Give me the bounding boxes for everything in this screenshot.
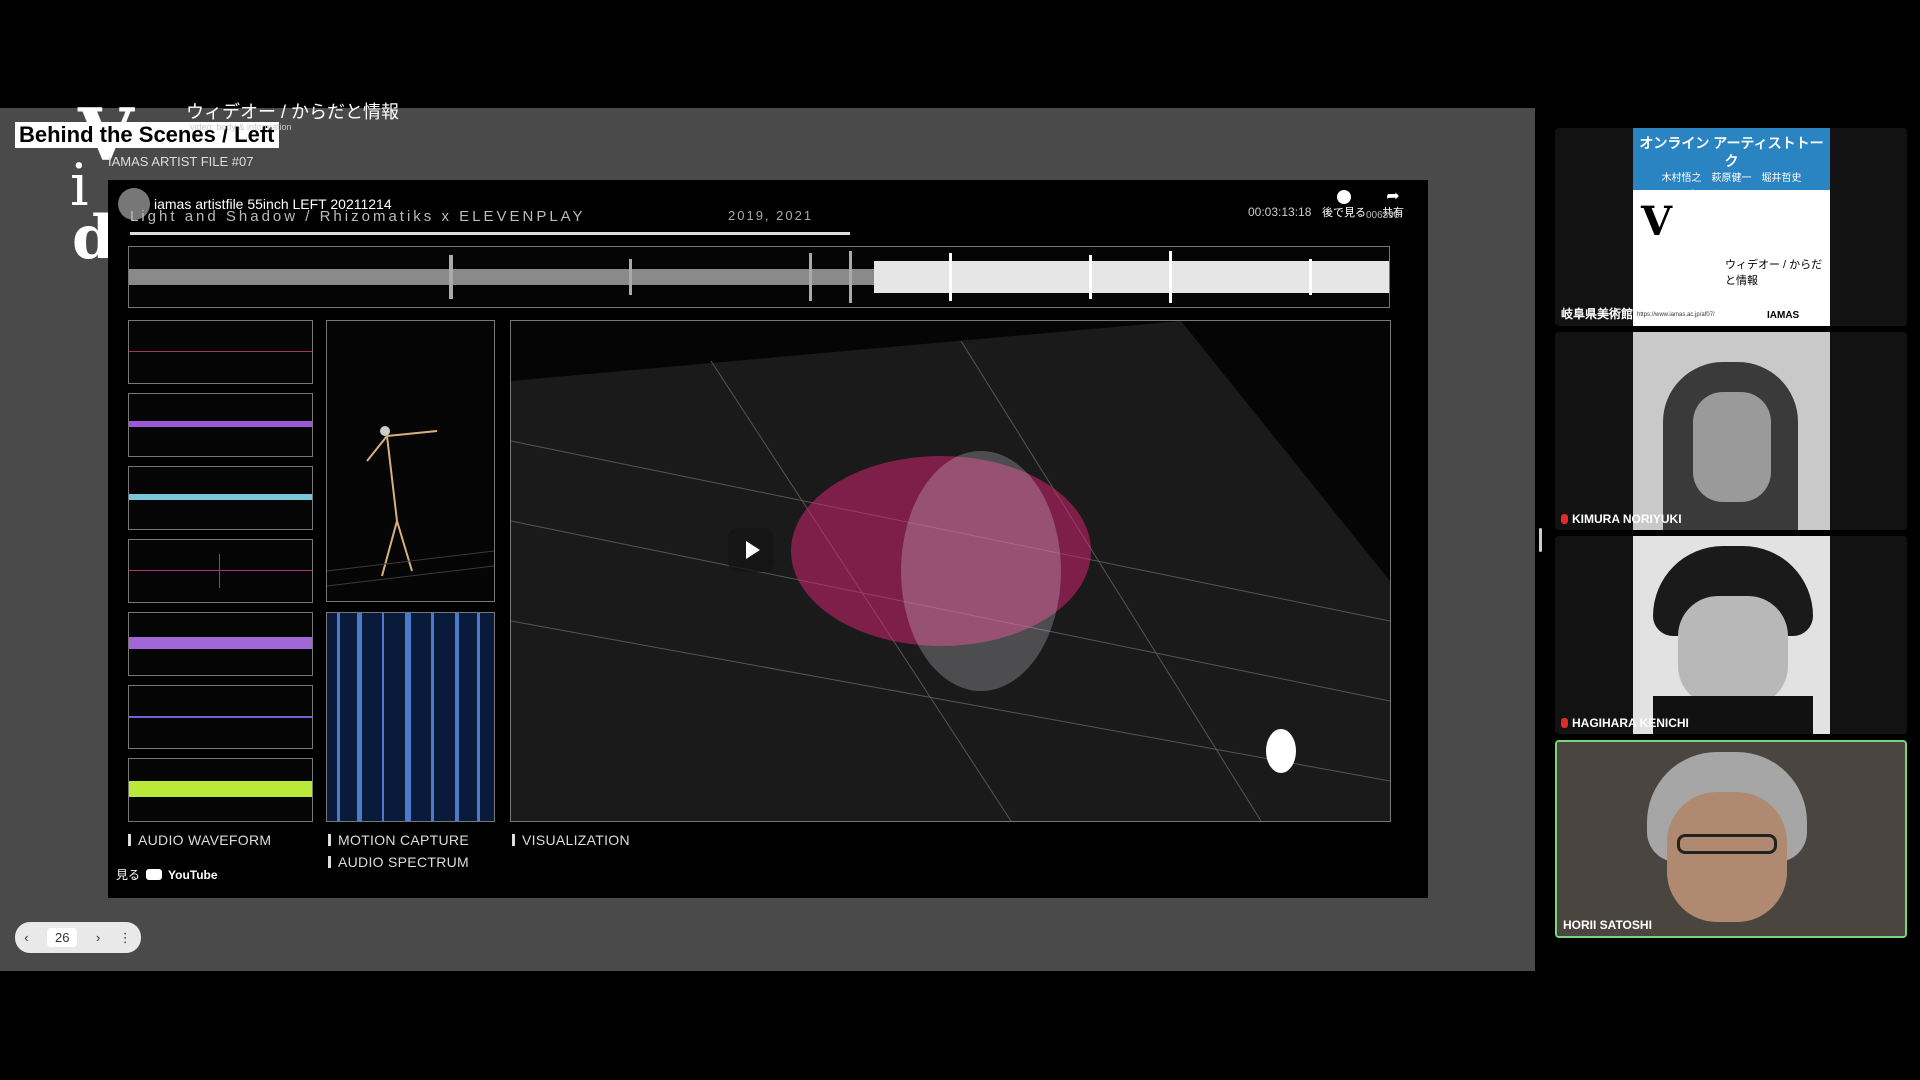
play-button[interactable] — [728, 528, 774, 572]
progress-bar[interactable] — [130, 232, 850, 235]
participant-tile-hagihara[interactable]: HAGIHARA KENICHI — [1555, 536, 1907, 734]
waveform-box-5 — [128, 612, 313, 676]
more-options-icon[interactable]: ⋮ — [119, 930, 132, 946]
prev-slide-button[interactable]: ‹ — [24, 930, 28, 945]
poster-url: https://www.iamas.ac.jp/af07/ — [1637, 312, 1715, 318]
slide-pager: ‹ 26 › ⋮ — [15, 922, 141, 953]
mic-muted-icon — [1561, 718, 1568, 728]
watch-on-label: 見る — [116, 868, 141, 882]
participant-photo — [1633, 536, 1830, 734]
mic-muted-icon — [1561, 514, 1568, 524]
participant-tile-horii-active[interactable]: HORII SATOSHI — [1555, 740, 1907, 938]
poster-line2: 木村悟之 萩原健一 堀井哲史 — [1661, 173, 1802, 184]
artist-file-label: IAMAS ARTIST FILE #07 — [108, 154, 254, 169]
timecode: 00:03:13:18 — [1248, 205, 1312, 219]
participant-name: HORII SATOSHI — [1563, 918, 1652, 932]
poster-logo: V — [1641, 198, 1673, 245]
audio-spectrum-view — [326, 612, 495, 822]
main-waveform — [128, 246, 1390, 308]
label-motion-capture: MOTION CAPTURE — [328, 832, 469, 848]
watch-later-label: 後で見る — [1322, 207, 1366, 219]
label-audio-spectrum: AUDIO SPECTRUM — [328, 854, 469, 870]
participant-tile-kimura[interactable]: KIMURA NORIYUKI — [1555, 332, 1907, 530]
youtube-label: YouTube — [168, 867, 218, 882]
watch-later-button[interactable]: 後で見る — [1314, 190, 1374, 220]
jp-subtitle: video: body & information — [190, 122, 292, 132]
participant-name: 岐阜県美術館 — [1561, 307, 1634, 321]
poster-jp: ウィデオー / からだと情報 — [1725, 259, 1823, 287]
waveform-box-2 — [128, 393, 313, 457]
waveform-box-6 — [128, 685, 313, 749]
clock-icon — [1337, 190, 1351, 204]
youtube-embed[interactable]: iamas artistfile 55inch LEFT 20211214 Li… — [108, 180, 1428, 898]
slide-number: 26 — [47, 928, 78, 947]
poster-brand: IAMAS — [1767, 310, 1800, 321]
event-poster: オンライン アーティストトーク 木村悟之 萩原健一 堀井哲史 2.23 (水・祝… — [1633, 128, 1830, 326]
participant-tile-museum[interactable]: オンライン アーティストトーク 木村悟之 萩原健一 堀井哲史 2.23 (水・祝… — [1555, 128, 1907, 326]
youtube-icon — [146, 869, 163, 880]
frame-counter: 006390 — [1366, 210, 1400, 221]
participant-name: KIMURA NORIYUKI — [1561, 512, 1682, 526]
participant-name: HAGIHARA KENICHI — [1561, 716, 1689, 730]
share-icon: ➦ — [1386, 188, 1400, 205]
visualization-view — [510, 320, 1391, 822]
participant-photo — [1633, 332, 1830, 530]
play-icon — [746, 541, 760, 559]
waveform-box-3 — [128, 466, 313, 530]
panel-resize-handle[interactable] — [1539, 528, 1542, 552]
label-visualization: VISUALIZATION — [512, 832, 630, 848]
watch-on-youtube-button[interactable]: 見る YouTube — [116, 866, 218, 883]
overlay-title: Light and Shadow / Rhizomatiks x ELEVENP… — [130, 208, 586, 225]
label-audio-waveform: AUDIO WAVEFORM — [128, 832, 271, 848]
poster-line1: オンライン アーティストトーク — [1639, 135, 1824, 169]
shared-screen: V i de o Behind the Scenes / Left ウィデオー … — [0, 92, 1535, 971]
waveform-box-1 — [128, 320, 313, 384]
jp-title: ウィデオー / からだと情報 — [186, 102, 400, 122]
waveform-box-7 — [128, 758, 313, 822]
participant-video — [1557, 742, 1905, 936]
overlay-year: 2019, 2021 — [728, 208, 814, 223]
next-slide-button[interactable]: › — [96, 930, 100, 945]
motion-capture-view — [326, 320, 495, 602]
waveform-box-4 — [128, 539, 313, 603]
